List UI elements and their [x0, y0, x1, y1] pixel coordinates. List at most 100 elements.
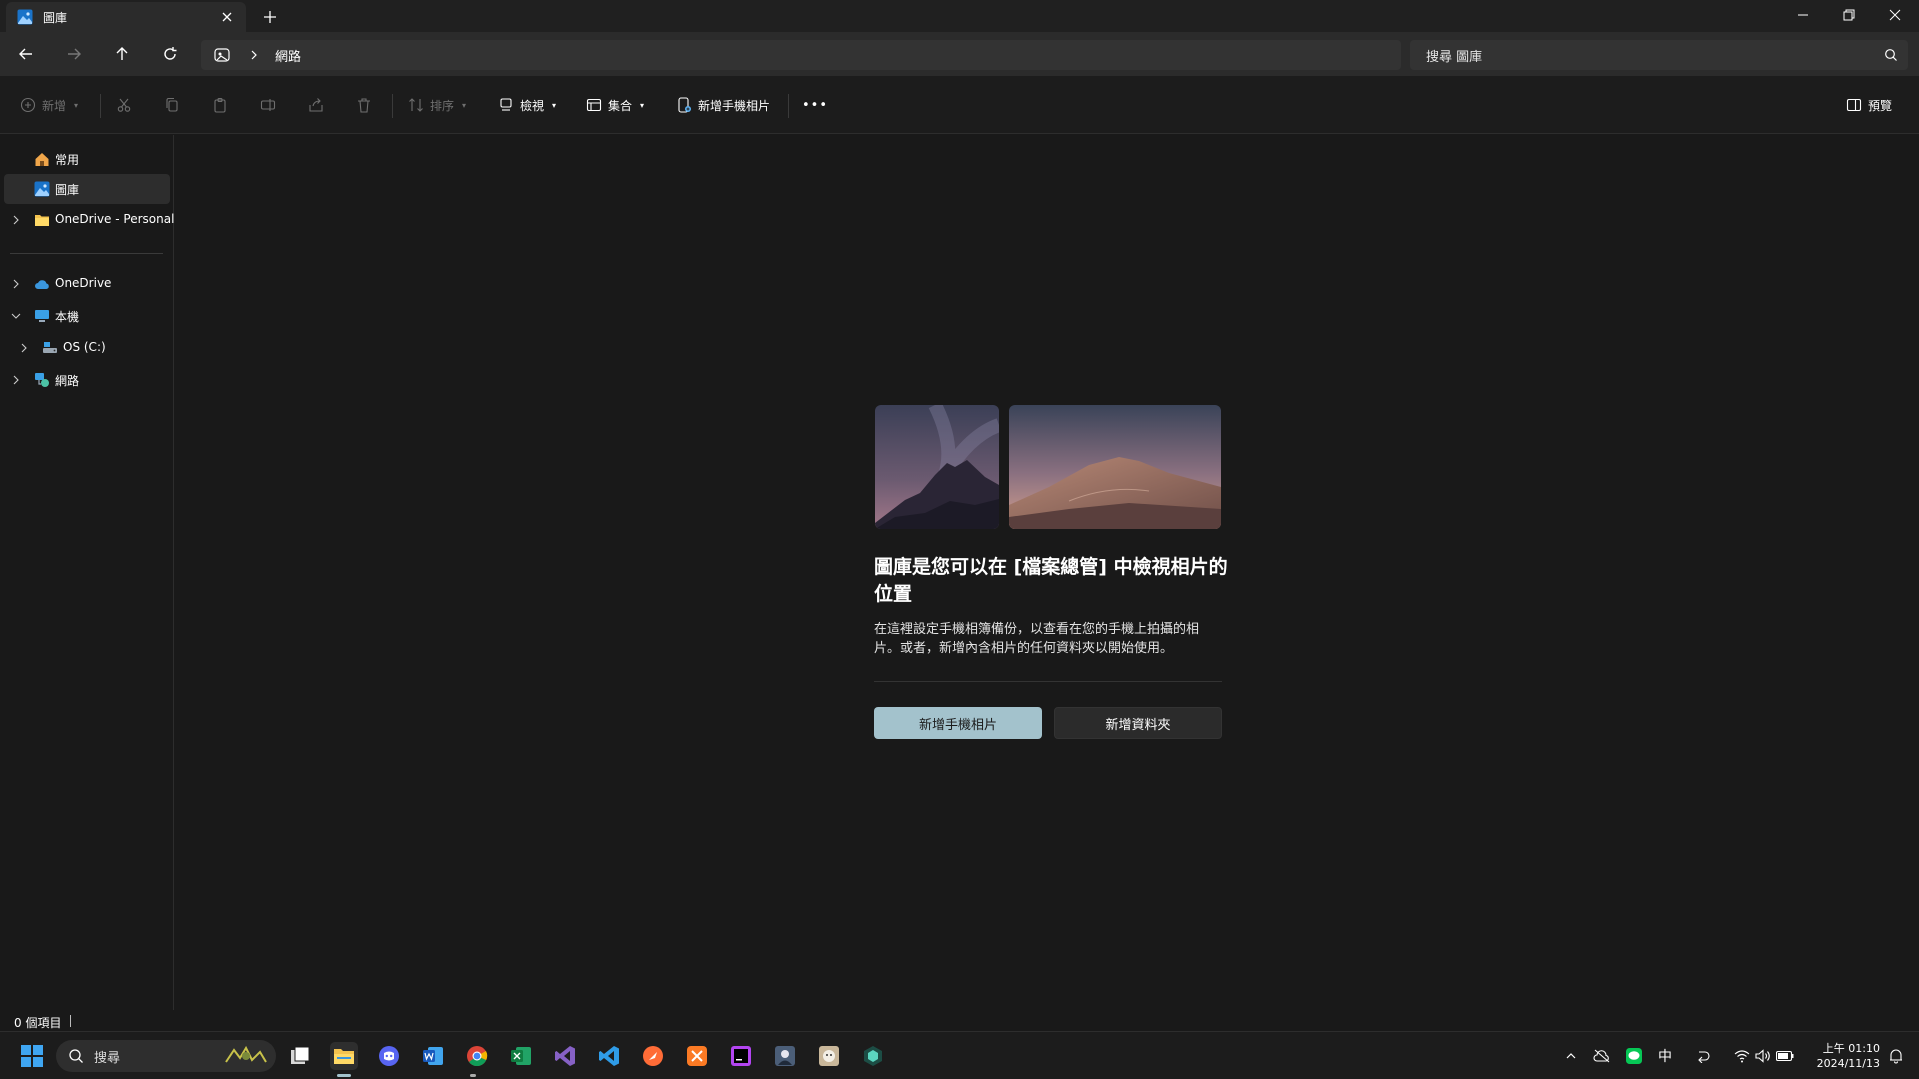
paste-button[interactable]	[212, 90, 228, 120]
computer-icon	[34, 308, 50, 324]
windows-logo-icon	[21, 1045, 43, 1067]
add-folder-button[interactable]: 新增資料夾	[1054, 707, 1222, 739]
chevron-down-icon[interactable]	[10, 310, 22, 322]
show-hidden-icons-button[interactable]	[1561, 1046, 1581, 1066]
chevron-right-icon[interactable]	[10, 214, 22, 226]
close-tab-icon[interactable]	[218, 8, 236, 26]
sidebar-item-home[interactable]: 常用	[4, 144, 170, 174]
clock-time: 上午 01:10	[1822, 1042, 1880, 1055]
wifi-icon[interactable]	[1732, 1046, 1752, 1066]
status-divider	[70, 1015, 71, 1027]
word-button[interactable]	[419, 1042, 447, 1070]
line-icon[interactable]	[1624, 1046, 1644, 1066]
sidebar-item-network[interactable]: 網路	[4, 365, 170, 395]
taskbar-search[interactable]: 搜尋	[56, 1040, 276, 1072]
word-icon	[422, 1045, 444, 1067]
chevron-down-icon: ▾	[552, 100, 557, 110]
app-icon	[862, 1045, 884, 1067]
visual-studio-icon	[554, 1045, 576, 1067]
game-app-button[interactable]	[771, 1042, 799, 1070]
title-bar: 圖庫	[0, 0, 1919, 32]
app-button[interactable]	[859, 1042, 887, 1070]
running-indicator	[470, 1074, 476, 1077]
chevron-right-icon[interactable]	[10, 374, 22, 386]
sort-button[interactable]: 排序 ▾	[408, 90, 466, 120]
clock[interactable]: 上午 01:10 2024/11/13	[1788, 1041, 1880, 1071]
chevron-right-icon[interactable]	[249, 49, 259, 61]
tab-gallery[interactable]: 圖庫	[6, 2, 246, 32]
navigation-pane: 常用 圖庫 OneDrive - Personal OneDrive 本機 OS…	[0, 135, 174, 1010]
gallery-icon	[34, 181, 50, 197]
excel-button[interactable]	[507, 1042, 535, 1070]
rename-button[interactable]	[260, 90, 276, 120]
gallery-icon	[17, 9, 33, 25]
xampp-icon	[686, 1045, 708, 1067]
view-label: 檢視	[520, 98, 545, 113]
task-view-button[interactable]	[286, 1042, 314, 1070]
divider	[788, 94, 789, 118]
chevron-down-icon: ▾	[640, 100, 645, 110]
vscode-button[interactable]	[595, 1042, 623, 1070]
new-tab-button[interactable]	[260, 7, 280, 27]
breadcrumb[interactable]: 網路	[275, 46, 301, 65]
add-phone-photos-label: 新增手機相片	[698, 98, 771, 113]
empty-state-title: 圖庫是您可以在 [檔案總管] 中檢視相片的位置	[874, 556, 1228, 605]
discord-button[interactable]	[375, 1042, 403, 1070]
forward-button[interactable]	[60, 40, 88, 68]
sidebar-item-os-c[interactable]: OS (C:)	[4, 333, 170, 363]
sidebar-item-this-pc[interactable]: 本機	[4, 301, 170, 331]
cut-button[interactable]	[116, 90, 132, 120]
clock-date: 2024/11/13	[1816, 1057, 1880, 1070]
sidebar-item-onedrive-personal[interactable]: OneDrive - Personal	[4, 205, 174, 235]
search-icon	[68, 1048, 84, 1064]
sidebar-item-gallery[interactable]: 圖庫	[4, 174, 170, 204]
address-row: 網路 搜尋 圖庫	[0, 32, 1919, 76]
close-window-button[interactable]	[1872, 0, 1918, 30]
preview-label: 預覽	[1868, 98, 1893, 113]
volume-icon[interactable]	[1753, 1046, 1773, 1066]
refresh-button[interactable]	[156, 40, 184, 68]
chevron-right-icon[interactable]	[18, 342, 30, 354]
preview-pane-button[interactable]: 預覽	[1846, 90, 1892, 120]
phpstorm-button[interactable]	[727, 1042, 755, 1070]
ime-indicator[interactable]: 中	[1655, 1046, 1675, 1066]
ime-mode-icon[interactable]	[1693, 1046, 1713, 1066]
postman-icon	[642, 1045, 664, 1067]
add-phone-photos-primary-button[interactable]: 新增手機相片	[874, 707, 1042, 739]
onedrive-offline-icon[interactable]	[1592, 1046, 1612, 1066]
command-bar: 新增 ▾ 排序 ▾ 檢視 ▾ 集合 ▾ 新增手機相片 ••• 預覽	[0, 76, 1919, 134]
restore-button[interactable]	[1826, 0, 1872, 30]
up-button[interactable]	[108, 40, 136, 68]
search-placeholder: 搜尋 圖庫	[1426, 50, 1483, 65]
address-bar[interactable]: 網路	[201, 40, 1401, 70]
notification-icon[interactable]	[1886, 1046, 1906, 1066]
file-explorer-button[interactable]	[330, 1042, 358, 1070]
search-input[interactable]: 搜尋 圖庫	[1410, 40, 1908, 70]
visual-studio-button[interactable]	[551, 1042, 579, 1070]
xampp-button[interactable]	[683, 1042, 711, 1070]
taskbar: 搜尋 中 上午 01:10 2024/11/13	[0, 1031, 1919, 1079]
cut-icon	[116, 97, 132, 113]
file-explorer-icon	[333, 1045, 355, 1067]
item-count: 0 個項目	[14, 1016, 62, 1030]
start-button[interactable]	[18, 1042, 46, 1070]
collection-button[interactable]: 集合 ▾	[586, 90, 644, 120]
chrome-icon	[466, 1045, 488, 1067]
game-app-icon	[774, 1045, 796, 1067]
back-button[interactable]	[12, 40, 40, 68]
add-phone-photos-button[interactable]: 新增手機相片	[676, 90, 770, 120]
share-button[interactable]	[308, 90, 324, 120]
chrome-button[interactable]	[463, 1042, 491, 1070]
postman-button[interactable]	[639, 1042, 667, 1070]
delete-button[interactable]	[356, 90, 372, 120]
home-icon	[34, 151, 50, 167]
more-options-button[interactable]: •••	[802, 90, 828, 120]
chevron-right-icon[interactable]	[10, 278, 22, 290]
sidebar-item-onedrive[interactable]: OneDrive	[4, 269, 170, 299]
view-button[interactable]: 檢視 ▾	[498, 90, 556, 120]
search-icon[interactable]	[1884, 48, 1898, 62]
copy-button[interactable]	[164, 90, 180, 120]
game-launcher-button[interactable]	[815, 1042, 843, 1070]
minimize-button[interactable]	[1780, 0, 1826, 30]
new-button[interactable]: 新增 ▾	[20, 90, 78, 120]
